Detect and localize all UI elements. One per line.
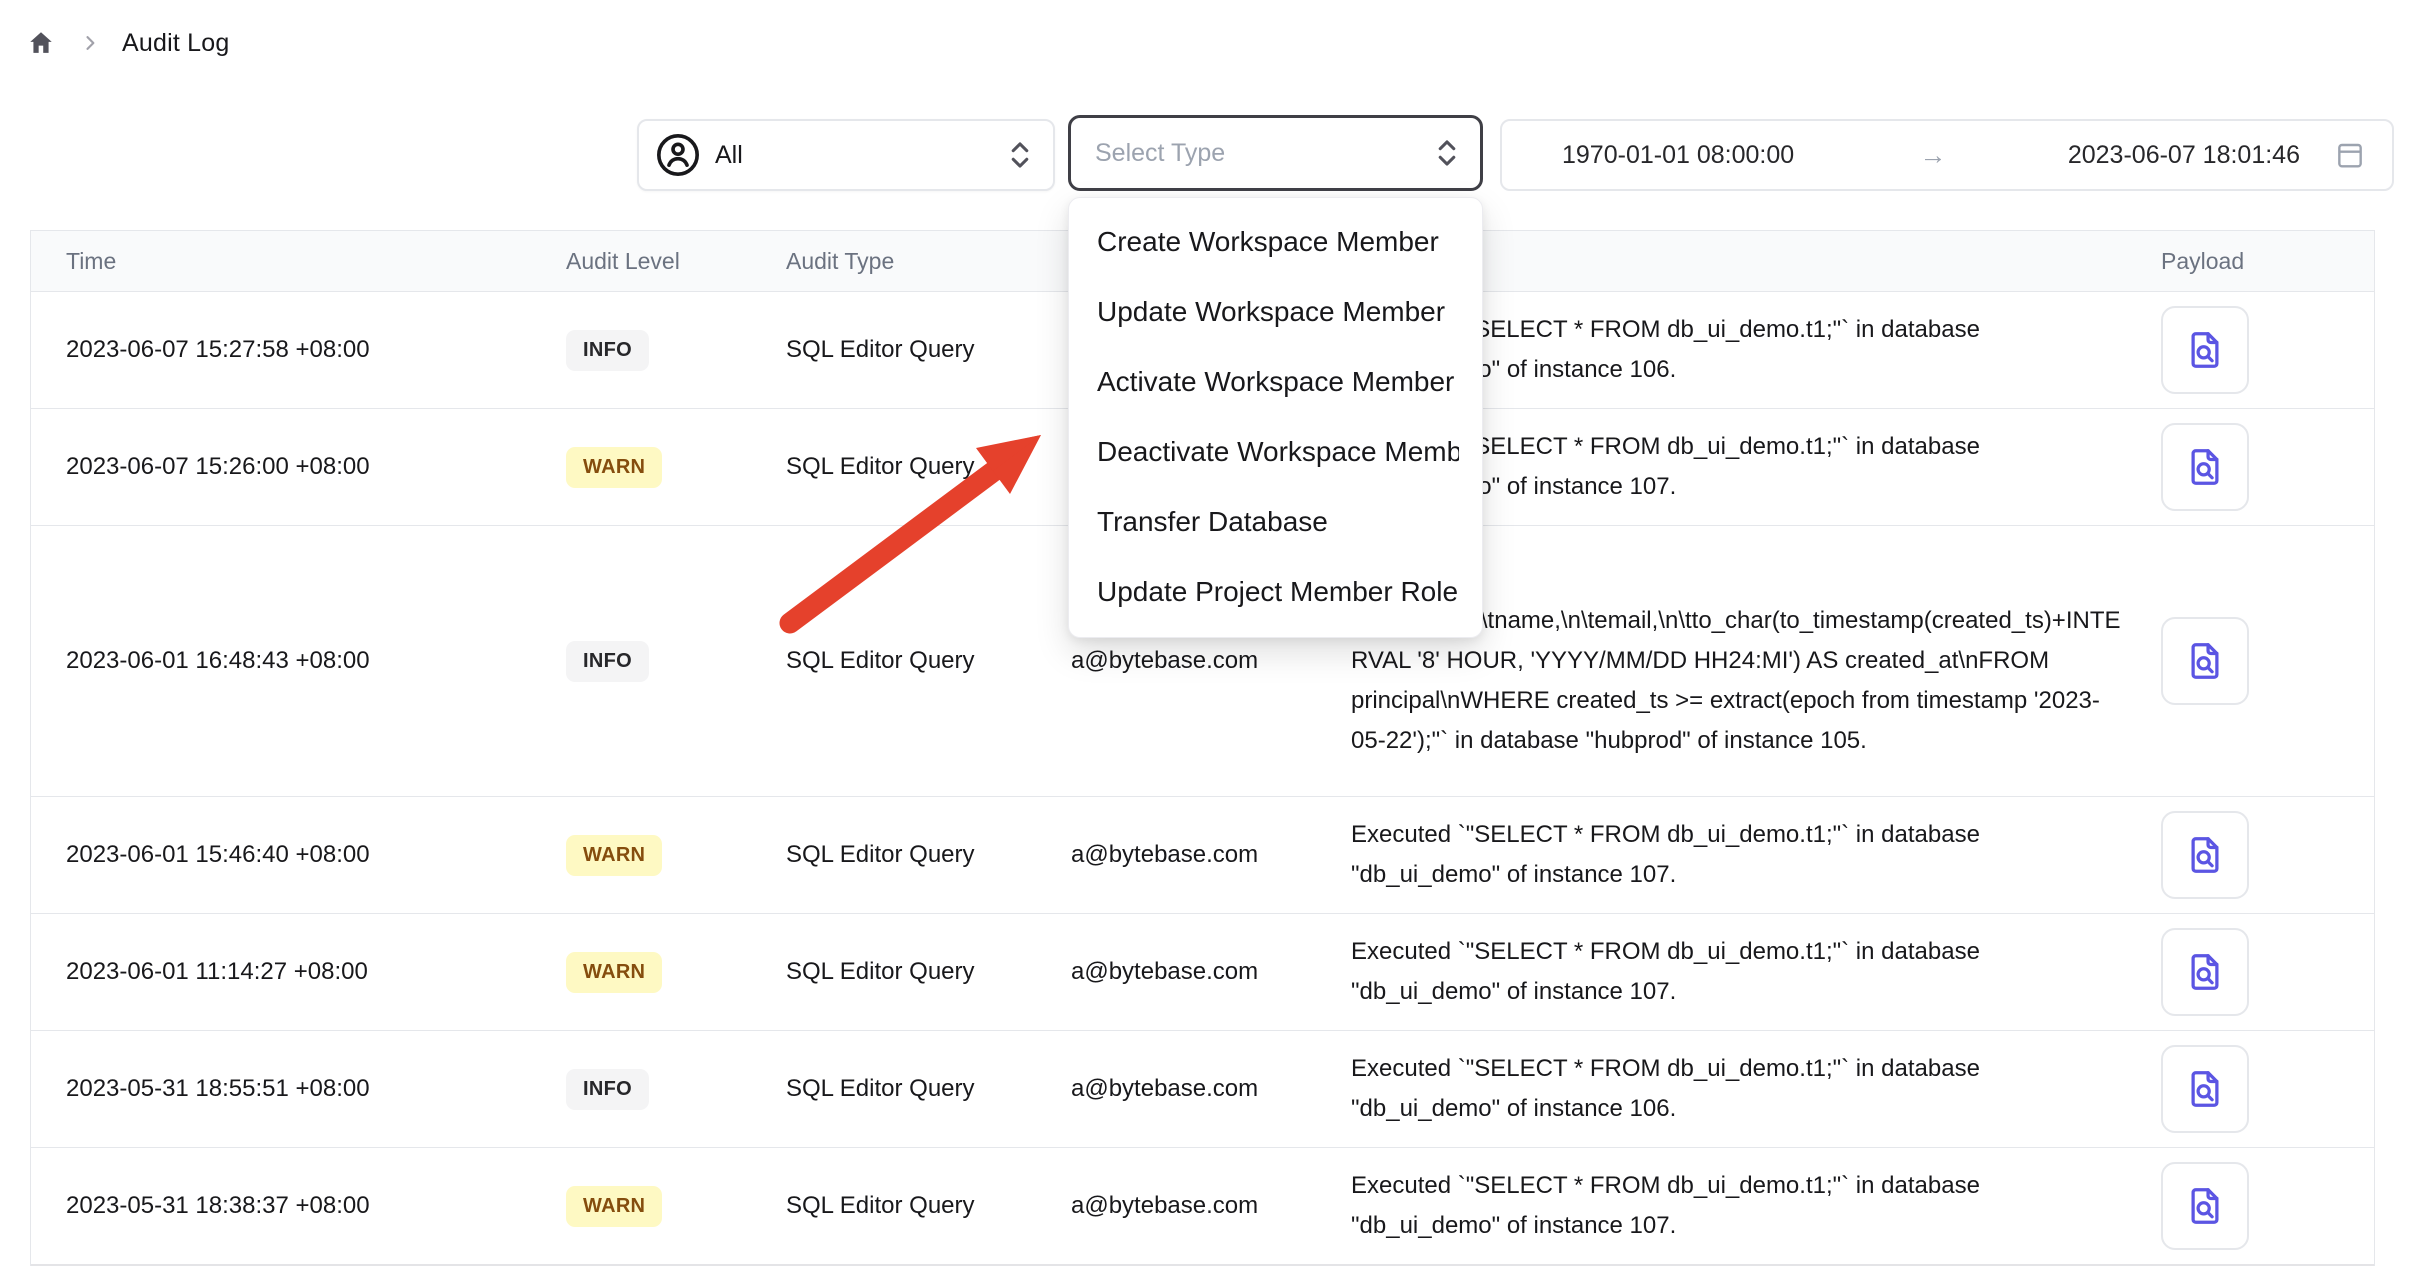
updown-chevrons-icon	[1434, 137, 1460, 169]
column-header-audit-type: Audit Type	[786, 248, 1071, 275]
time-cell: 2023-06-07 15:26:00 +08:00	[66, 453, 566, 481]
type-menu-item-label: Transfer Database	[1097, 506, 1328, 538]
payload-cell	[2121, 811, 2374, 899]
type-menu-item-label: Activate Workspace Member	[1097, 366, 1454, 398]
type-menu-item[interactable]: Deactivate Workspace Member	[1069, 417, 1482, 487]
audit-level-badge: INFO	[566, 330, 649, 371]
user-circle-icon	[655, 132, 701, 178]
breadcrumb: Audit Log	[24, 26, 229, 60]
document-search-icon	[2182, 325, 2228, 375]
updown-chevrons-icon	[1007, 139, 1033, 171]
payload-cell	[2121, 306, 2374, 394]
audit-level-badge: WARN	[566, 835, 662, 876]
calendar-icon	[2334, 138, 2366, 172]
time-cell: 2023-06-01 15:46:40 +08:00	[66, 841, 566, 869]
actor-cell: a@bytebase.com	[1071, 841, 1351, 869]
type-menu-item-label: Deactivate Workspace Member	[1097, 436, 1459, 468]
actor-cell: a@bytebase.com	[1071, 1192, 1351, 1220]
column-header-audit-level: Audit Level	[566, 248, 786, 275]
audit-level-cell: INFO	[566, 330, 786, 371]
audit-log-page: Audit Log All Select Type 1970-01-01 08:…	[0, 0, 2410, 1268]
view-payload-button[interactable]	[2161, 811, 2249, 899]
type-menu-item-label: Update Workspace Member	[1097, 296, 1445, 328]
audit-level-cell: WARN	[566, 447, 786, 488]
date-range-end: 2023-06-07 18:01:46	[2068, 141, 2300, 170]
type-select-dropdown: Create Workspace Member Update Workspace …	[1068, 197, 1483, 638]
time-cell: 2023-06-07 15:27:58 +08:00	[66, 336, 566, 364]
payload-cell	[2121, 1162, 2374, 1250]
view-payload-button[interactable]	[2161, 617, 2249, 705]
view-payload-button[interactable]	[2161, 928, 2249, 1016]
document-search-icon	[2182, 636, 2228, 686]
payload-cell	[2121, 423, 2374, 511]
audit-level-badge: INFO	[566, 641, 649, 682]
time-cell: 2023-06-01 11:14:27 +08:00	[66, 958, 566, 986]
type-menu-item[interactable]: Transfer Database	[1069, 487, 1482, 557]
actor-cell: a@bytebase.com	[1071, 1075, 1351, 1103]
date-range-start: 1970-01-01 08:00:00	[1562, 141, 1794, 170]
payload-cell	[2121, 1045, 2374, 1133]
type-filter-placeholder: Select Type	[1095, 139, 1225, 168]
page-title: Audit Log	[122, 29, 229, 58]
audit-level-badge: WARN	[566, 1186, 662, 1227]
audit-level-cell: INFO	[566, 1069, 786, 1110]
audit-level-badge: WARN	[566, 952, 662, 993]
comment-cell: Executed `"SELECT * FROM db_ui_demo.t1;"…	[1351, 914, 2121, 1030]
comment-cell: Executed `"SELECT * FROM db_ui_demo.t1;"…	[1351, 797, 2121, 913]
audit-type-cell: SQL Editor Query	[786, 1075, 1071, 1103]
audit-level-cell: WARN	[566, 1186, 786, 1227]
audit-type-cell: SQL Editor Query	[786, 336, 1071, 364]
audit-level-cell: WARN	[566, 835, 786, 876]
audit-type-cell: SQL Editor Query	[786, 1192, 1071, 1220]
document-search-icon	[2182, 830, 2228, 880]
table-row: 2023-06-01 15:46:40 +08:00 WARN SQL Edit…	[31, 797, 2374, 914]
table-row: 2023-05-31 18:38:37 +08:00 WARN SQL Edit…	[31, 1148, 2374, 1266]
view-payload-button[interactable]	[2161, 1162, 2249, 1250]
audit-type-cell: SQL Editor Query	[786, 647, 1071, 675]
actor-cell: a@bytebase.com	[1071, 958, 1351, 986]
comment-cell: Executed `"SELECT * FROM db_ui_demo.t1;"…	[1351, 1148, 2121, 1264]
type-menu-item-label: Update Project Member Role	[1097, 576, 1458, 608]
time-cell: 2023-06-01 16:48:43 +08:00	[66, 647, 566, 675]
column-header-payload: Payload	[2121, 248, 2374, 275]
document-search-icon	[2182, 1181, 2228, 1231]
document-search-icon	[2182, 1064, 2228, 1114]
type-menu-item[interactable]: Update Project Member Role	[1069, 557, 1482, 627]
home-icon[interactable]	[24, 26, 58, 60]
view-payload-button[interactable]	[2161, 306, 2249, 394]
audit-type-cell: SQL Editor Query	[786, 841, 1071, 869]
type-menu-item[interactable]: Activate Workspace Member	[1069, 347, 1482, 417]
type-menu-item[interactable]: Update Workspace Member	[1069, 277, 1482, 347]
type-menu-item[interactable]: Create Workspace Member	[1069, 207, 1482, 277]
audit-type-cell: SQL Editor Query	[786, 958, 1071, 986]
payload-cell	[2121, 928, 2374, 1016]
time-cell: 2023-05-31 18:38:37 +08:00	[66, 1192, 566, 1220]
audit-level-badge: WARN	[566, 447, 662, 488]
chevron-right-icon	[80, 33, 100, 53]
audit-level-cell: INFO	[566, 641, 786, 682]
column-header-time: Time	[66, 248, 566, 275]
actor-filter-value: All	[715, 141, 743, 170]
date-range-picker[interactable]: 1970-01-01 08:00:00 → 2023-06-07 18:01:4…	[1500, 119, 2394, 191]
table-row: 2023-06-01 11:14:27 +08:00 WARN SQL Edit…	[31, 914, 2374, 1031]
audit-type-cell: SQL Editor Query	[786, 453, 1071, 481]
view-payload-button[interactable]	[2161, 423, 2249, 511]
type-menu-item-label: Create Workspace Member	[1097, 226, 1439, 258]
actor-cell: a@bytebase.com	[1071, 647, 1351, 675]
time-cell: 2023-05-31 18:55:51 +08:00	[66, 1075, 566, 1103]
type-filter-select[interactable]: Select Type	[1068, 115, 1483, 191]
document-search-icon	[2182, 947, 2228, 997]
actor-filter-select[interactable]: All	[637, 119, 1055, 191]
document-search-icon	[2182, 442, 2228, 492]
table-row: 2023-05-31 18:55:51 +08:00 INFO SQL Edit…	[31, 1031, 2374, 1148]
arrow-right-icon: →	[1864, 140, 2002, 171]
audit-level-cell: WARN	[566, 952, 786, 993]
payload-cell	[2121, 617, 2374, 705]
audit-level-badge: INFO	[566, 1069, 649, 1110]
comment-cell: Executed `"SELECT * FROM db_ui_demo.t1;"…	[1351, 1031, 2121, 1147]
view-payload-button[interactable]	[2161, 1045, 2249, 1133]
